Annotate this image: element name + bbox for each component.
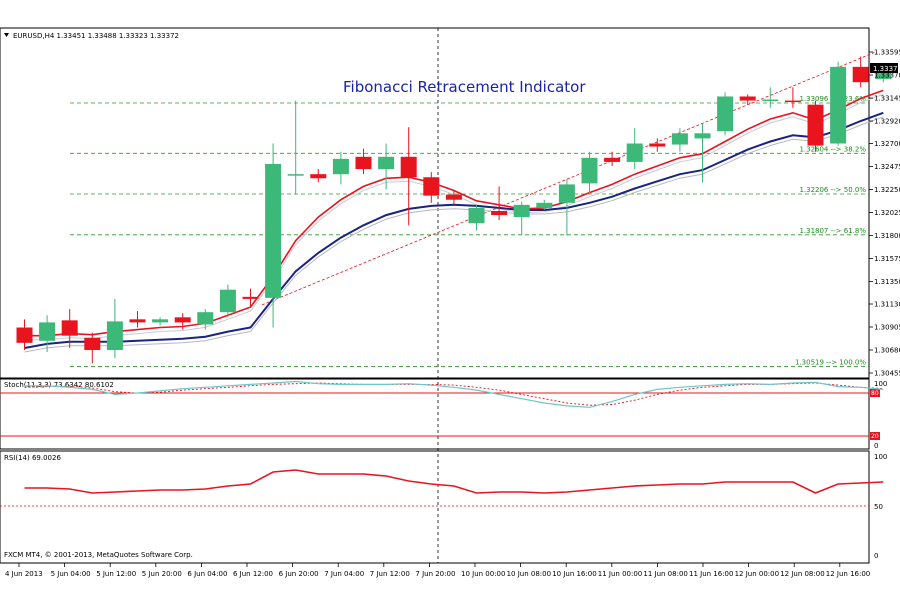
candle-body — [536, 202, 553, 208]
price-tick-label: 1.32700 — [874, 140, 900, 148]
candle-body — [717, 96, 734, 132]
candle-body — [671, 133, 688, 145]
price-tick-label: 1.31350 — [874, 278, 900, 286]
candle-body — [129, 319, 146, 323]
time-tick-label: 5 Jun 04:00 — [51, 570, 91, 578]
price-tick-label: 1.32025 — [874, 209, 900, 217]
candle-body — [784, 100, 801, 103]
time-tick-label: 10 Jun 08:00 — [507, 570, 551, 578]
candle-body — [16, 327, 33, 343]
price-tick-label: 1.30455 — [874, 370, 900, 378]
fib-level-label: 1.32604 --> 38.2% — [799, 145, 866, 153]
rsi-tick-100: 100 — [874, 453, 887, 461]
time-tick-label: 12 Jun 08:00 — [780, 570, 824, 578]
time-tick-label: 7 Jun 04:00 — [324, 570, 364, 578]
price-tick-label: 1.31575 — [874, 255, 900, 263]
time-tick-label: 6 Jun 04:00 — [187, 570, 227, 578]
candle-body — [807, 104, 824, 146]
price-tick-label: 1.30905 — [874, 324, 900, 332]
candle-body — [378, 156, 395, 170]
stoch-tag-20: 20 — [871, 433, 879, 440]
price-tick-label: 1.33145 — [874, 95, 900, 103]
stochastic-label: Stoch(11,3,3) 73.6342 80.6102 — [4, 381, 114, 389]
candle-body — [423, 177, 440, 196]
fib-level-label: 1.30519 --> 100.0% — [795, 358, 866, 366]
time-tick-label: 12 Jun 00:00 — [735, 570, 779, 578]
candle-body — [558, 184, 575, 203]
candle-body — [39, 322, 56, 341]
time-tick-label: 11 Jun 08:00 — [643, 570, 687, 578]
rsi-panel[interactable] — [0, 450, 870, 564]
stochastic-panel[interactable] — [0, 378, 870, 450]
candle-body — [626, 143, 643, 162]
time-tick-label: 6 Jun 20:00 — [279, 570, 319, 578]
time-tick-label: 11 Jun 00:00 — [598, 570, 642, 578]
candle-body — [197, 312, 214, 325]
time-tick-label: 6 Jun 12:00 — [233, 570, 273, 578]
price-tick-label: 1.32920 — [874, 118, 900, 126]
stoch-tick-0: 0 — [874, 442, 878, 450]
candle-body — [852, 66, 869, 83]
fib-level-label: 1.32206 --> 50.0% — [799, 186, 866, 194]
current-price-label: 1.33372 — [873, 65, 900, 73]
rsi-tick-0: 0 — [874, 552, 878, 560]
symbol-info: EURUSD,H4 1.33451 1.33488 1.33323 1.3337… — [13, 32, 179, 40]
candle-body — [310, 174, 327, 179]
time-tick-label: 11 Jun 16:00 — [689, 570, 733, 578]
candle-body — [84, 337, 101, 350]
candle-body — [513, 204, 530, 218]
candle-body — [61, 320, 78, 336]
candle-body — [332, 158, 349, 175]
time-tick-label: 5 Jun 20:00 — [142, 570, 182, 578]
rsi-tick-50: 50 — [874, 503, 883, 511]
candle-body — [355, 156, 372, 170]
candle-body — [445, 194, 462, 200]
price-tick-label: 1.31130 — [874, 301, 900, 309]
candle-body — [468, 207, 485, 224]
fib-level-label: 1.31807 --> 61.8% — [799, 227, 866, 235]
time-tick-label: 4 Jun 2013 — [5, 570, 43, 578]
price-tick-label: 1.32475 — [874, 163, 900, 171]
candle-body — [739, 96, 756, 101]
chart-window: 1.33096 --> 23.6%1.32604 --> 38.2%1.3220… — [0, 27, 900, 578]
price-tick-label: 1.31800 — [874, 232, 900, 240]
candle-body — [242, 296, 259, 299]
candle-body — [174, 317, 191, 323]
candle-body — [604, 157, 621, 162]
candle-body — [265, 163, 282, 298]
price-tick-label: 1.33595 — [874, 49, 900, 57]
candle-body — [694, 133, 711, 139]
copyright: FXCM MT4, © 2001-2013, MetaQuotes Softwa… — [4, 551, 193, 559]
time-tick-label: 5 Jun 12:00 — [96, 570, 136, 578]
candle-body — [830, 66, 847, 144]
price-tick-label: 1.30680 — [874, 347, 900, 355]
chart-title: Fibonacci Retracement Indicator — [343, 78, 586, 96]
candle-body — [581, 157, 598, 184]
candle-body — [287, 174, 304, 176]
candle-body — [491, 210, 508, 216]
time-tick-label: 7 Jun 12:00 — [370, 570, 410, 578]
time-tick-label: 10 Jun 16:00 — [552, 570, 596, 578]
candle-body — [649, 143, 666, 147]
time-axis: 4 Jun 2013 5 Jun 04:00 5 Jun 12:00 5 Jun 20… — [5, 563, 870, 578]
time-tick-label: 12 Jun 16:00 — [826, 570, 870, 578]
time-tick-label: 10 Jun 00:00 — [461, 570, 505, 578]
stoch-tag-80: 80 — [871, 390, 879, 397]
rsi-label: RSI(14) 69.0026 — [4, 454, 61, 462]
stoch-tick-100: 100 — [874, 380, 887, 388]
candle-body — [219, 289, 236, 313]
candle-body — [762, 99, 779, 102]
price-tick-label: 1.32250 — [874, 186, 900, 194]
candle-body — [400, 156, 417, 178]
price-axis: 1.335951.333701.331451.329201.327001.324… — [869, 49, 900, 378]
time-tick-label: 7 Jun 20:00 — [415, 570, 455, 578]
candle-body — [106, 321, 123, 350]
candle-body — [152, 319, 169, 323]
